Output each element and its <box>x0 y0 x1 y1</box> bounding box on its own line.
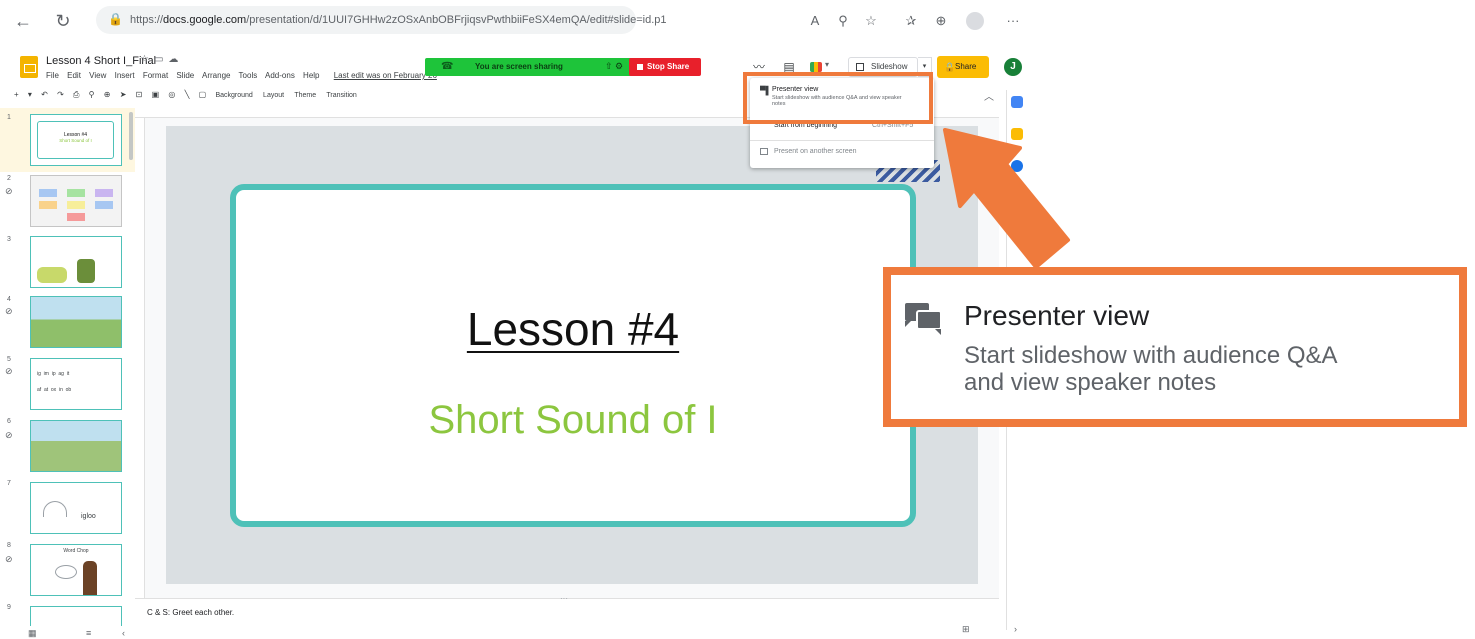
callout-description: Start slideshow with audience Q&A and vi… <box>964 342 1464 396</box>
callout-title: Presenter view <box>964 300 1150 331</box>
arrow-shape <box>943 128 1070 269</box>
presenter-view-callout: Presenter view Start slideshow with audi… <box>883 267 1467 427</box>
callout-desc-line-1: Start slideshow with audience Q&A <box>964 342 1338 369</box>
presenter-view-icon <box>905 303 942 335</box>
callout-desc-line-2: and view speaker notes <box>964 369 1217 396</box>
